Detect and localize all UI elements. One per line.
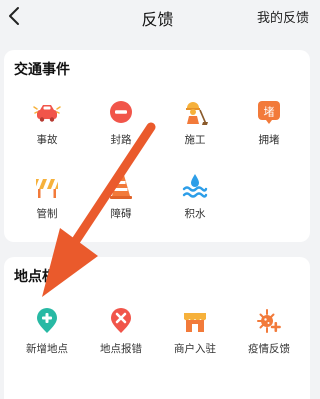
road-closed-icon xyxy=(110,101,132,123)
top-bar: 反馈 我的反馈 xyxy=(0,0,315,34)
traffic-item-label: 拥堵 xyxy=(258,134,280,146)
traffic-item-label: 积水 xyxy=(184,208,206,220)
traffic-item-road-closed[interactable]: 封路 xyxy=(84,98,158,147)
traffic-item-congestion[interactable]: 堵 拥堵 xyxy=(232,98,306,147)
location-item-label: 地点报错 xyxy=(100,343,142,355)
my-feedback-link[interactable]: 我的反馈 xyxy=(257,7,309,26)
location-item-label: 商户入驻 xyxy=(174,343,216,355)
location-item-epidemic[interactable]: 疫情反馈 xyxy=(232,307,306,356)
section-title-traffic: 交通事件 xyxy=(14,62,70,78)
construction-worker-icon xyxy=(186,102,208,125)
location-item-label: 疫情反馈 xyxy=(248,343,290,355)
location-item-label: 新增地点 xyxy=(26,343,68,355)
obstacle-cone-icon xyxy=(110,175,132,199)
congestion-icon: 堵 xyxy=(258,101,280,124)
traffic-item-label: 管制 xyxy=(36,208,58,220)
traffic-item-label: 障碍 xyxy=(110,208,132,220)
traffic-item-waterlogging[interactable]: 积水 xyxy=(158,172,232,221)
traffic-events-card: 交通事件 事故 封路 施工 堵 拥堵 管制 障碍 积水 xyxy=(4,50,310,242)
location-item-place-error[interactable]: 地点报错 xyxy=(84,307,158,356)
traffic-item-label: 施工 xyxy=(184,134,206,146)
traffic-item-construction[interactable]: 施工 xyxy=(158,98,232,147)
add-place-icon xyxy=(37,308,57,333)
traffic-item-label: 事故 xyxy=(36,134,58,146)
traffic-item-obstacle[interactable]: 障碍 xyxy=(84,172,158,221)
place-error-icon xyxy=(111,308,131,333)
location-item-merchant[interactable]: 商户入驻 xyxy=(158,307,232,356)
merchant-shop-icon xyxy=(184,313,206,332)
traffic-item-accident[interactable]: 事故 xyxy=(10,98,84,147)
traffic-item-label: 封路 xyxy=(110,134,132,146)
location-card: 地点相 新增地点 地点报错 商户入驻 疫情反馈 xyxy=(4,257,310,399)
epidemic-virus-icon xyxy=(257,309,281,333)
location-item-add-place[interactable]: 新增地点 xyxy=(10,307,84,356)
car-crash-icon xyxy=(33,105,61,122)
traffic-control-barrier-icon xyxy=(35,179,59,198)
waterlogging-icon xyxy=(182,174,208,198)
svg-text:堵: 堵 xyxy=(264,105,275,119)
traffic-item-control[interactable]: 管制 xyxy=(10,172,84,221)
section-title-location: 地点相 xyxy=(14,269,56,285)
